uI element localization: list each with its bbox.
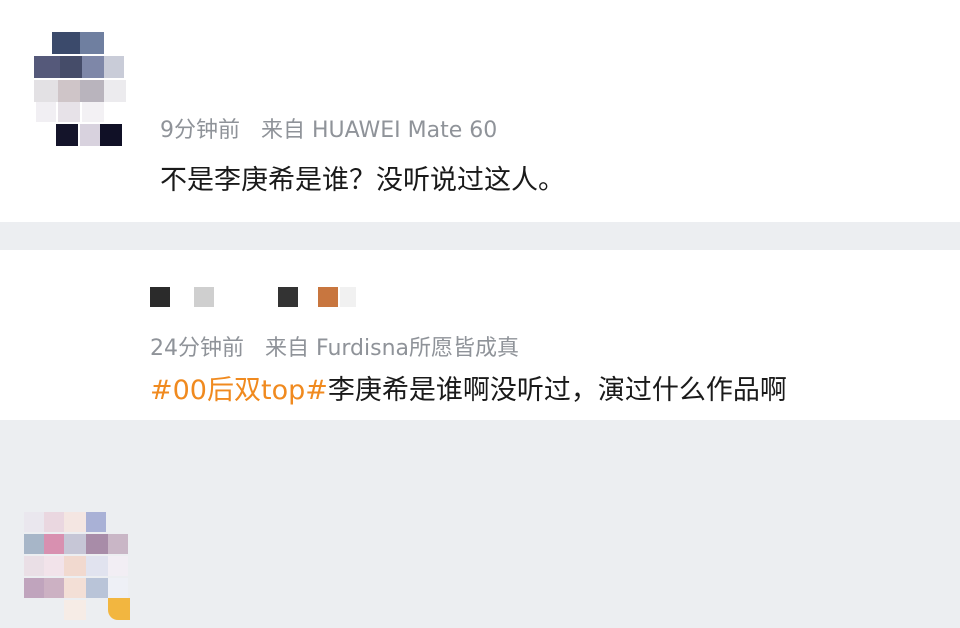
comment-card-1: 9分钟前 来自 HUAWEI Mate 60 不是李庚希是谁？没听说过这人。 — [0, 0, 960, 222]
comment-text-body: 李庚希是谁啊没听过，演过什么作品啊 — [327, 375, 787, 406]
comment-divider — [0, 222, 960, 250]
hashtag-link[interactable]: #00后双top# — [150, 375, 328, 406]
comment-source: 来自 HUAWEI Mate 60 — [261, 118, 498, 143]
comment-source: 来自 Furdisna所愿皆成真 — [265, 336, 520, 361]
comment-text: 不是李庚希是谁？没听说过这人。 — [160, 165, 565, 196]
verified-badge-icon — [108, 598, 130, 620]
comment-meta: 9分钟前 来自 HUAWEI Mate 60 — [160, 112, 511, 144]
username-pixelated[interactable] — [150, 287, 370, 309]
comment-time: 9分钟前 — [160, 118, 240, 143]
comment-time: 24分钟前 — [150, 336, 244, 361]
comment-text: #00后双top#李庚希是谁啊没听过，演过什么作品啊 — [150, 368, 787, 407]
avatar[interactable] — [32, 32, 144, 150]
comment-meta: 24分钟前 来自 Furdisna所愿皆成真 — [150, 330, 533, 362]
